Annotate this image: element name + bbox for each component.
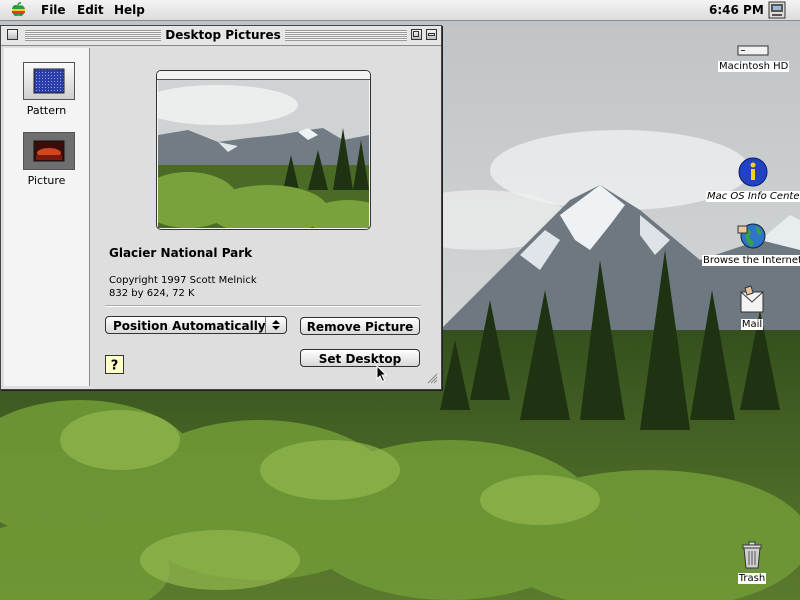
- mail-icon: [740, 285, 764, 313]
- picture-preview-image: [158, 80, 369, 228]
- desktop-icon-label: Mail: [740, 319, 764, 330]
- title-bar-stripes: [25, 30, 161, 41]
- trash-icon: [742, 541, 762, 569]
- desktop-icon-macintosh-hd[interactable]: Macintosh HD: [718, 44, 790, 72]
- picture-preview-frame: [156, 70, 371, 230]
- window-title-bar[interactable]: Desktop Pictures: [1, 26, 441, 46]
- collapse-box-icon[interactable]: [426, 29, 437, 40]
- menu-bar: File Edit Help 6:46 PM: [0, 0, 800, 21]
- menu-file[interactable]: File: [41, 2, 66, 18]
- position-popup-value: Position Automatically: [113, 319, 266, 333]
- desktop-icon-browse-the-internet[interactable]: Browse the Internet: [702, 220, 800, 266]
- category-pattern[interactable]: Pattern: [4, 62, 89, 126]
- desktop-icon-label: Macintosh HD: [718, 61, 790, 72]
- picture-title: Glacier National Park: [109, 246, 253, 260]
- desktop-icon-mail[interactable]: Mail: [734, 284, 770, 330]
- picture-dimensions: 832 by 624, 72 K: [109, 288, 195, 299]
- pattern-icon: [23, 62, 75, 100]
- position-popup-menu[interactable]: Position Automatically: [105, 316, 287, 334]
- grow-box-icon[interactable]: [426, 372, 438, 384]
- category-pattern-label: Pattern: [26, 104, 67, 117]
- picture-copyright: Copyright 1997 Scott Melnick: [109, 275, 257, 286]
- desktop-icon-mac-os-info-center[interactable]: Mac OS Info Center: [706, 156, 800, 202]
- desktop-icon-label: Browse the Internet: [702, 255, 800, 266]
- svg-text:?: ?: [111, 359, 119, 374]
- help-icon: ?: [111, 359, 119, 374]
- popup-arrows-icon: [265, 317, 280, 333]
- info-center-icon: [738, 157, 768, 187]
- application-switcher-icon[interactable]: [768, 1, 786, 19]
- picture-icon: [23, 132, 75, 170]
- close-box-icon[interactable]: [7, 29, 18, 40]
- remove-picture-button[interactable]: Remove Picture: [300, 317, 420, 335]
- set-desktop-button[interactable]: Set Desktop: [300, 349, 420, 367]
- desktop-icon-label: Trash: [737, 573, 767, 584]
- internet-globe-icon: [737, 223, 766, 249]
- hard-disk-icon: [737, 45, 769, 56]
- category-picture-label: Picture: [27, 174, 66, 187]
- apple-icon[interactable]: [9, 1, 27, 19]
- help-button[interactable]: ?: [105, 355, 124, 374]
- category-sidebar: Pattern Picture: [4, 48, 90, 386]
- menu-edit[interactable]: Edit: [77, 2, 104, 18]
- desktop: File Edit Help 6:46 PM Desktop Pictures: [0, 0, 800, 600]
- menu-help[interactable]: Help: [114, 2, 145, 18]
- mouse-pointer-icon: [376, 365, 388, 383]
- zoom-box-icon[interactable]: [411, 29, 422, 40]
- category-picture[interactable]: Picture: [4, 132, 89, 196]
- preview-frame-tab: [157, 71, 370, 80]
- title-bar-stripes: [285, 30, 407, 41]
- desktop-icon-trash[interactable]: Trash: [734, 540, 770, 584]
- desktop-icon-label: Mac OS Info Center: [706, 191, 800, 202]
- menu-clock[interactable]: 6:46 PM: [709, 2, 764, 18]
- window-title: Desktop Pictures: [161, 27, 285, 44]
- desktop-pictures-window: Desktop Pictures Pattern Picture Glacier…: [0, 25, 442, 390]
- divider: [105, 305, 421, 307]
